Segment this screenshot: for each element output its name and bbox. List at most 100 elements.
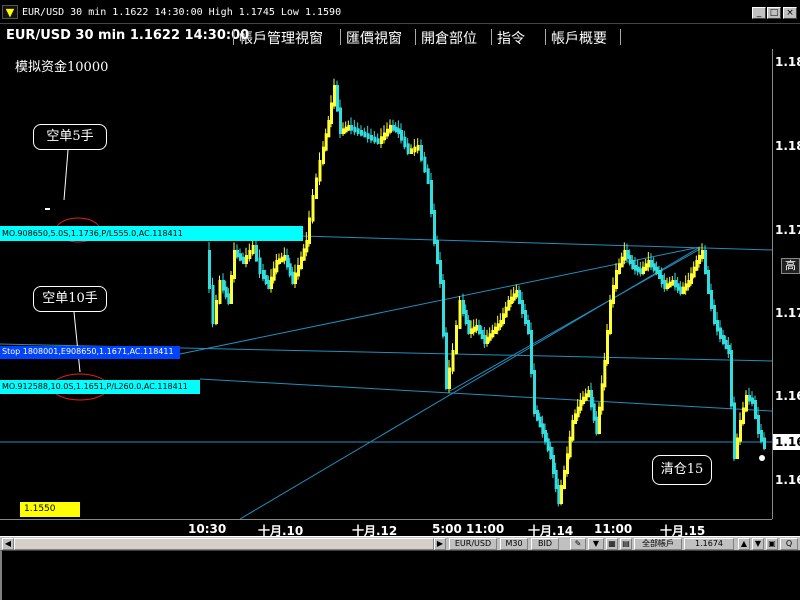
price-bar xyxy=(546,438,550,451)
callout-short-10: 空单10手 xyxy=(33,286,107,312)
price-bar xyxy=(536,410,539,421)
price-bar xyxy=(392,125,395,131)
price-bar xyxy=(436,240,439,264)
menu-account-summary[interactable]: 帳戶概要 xyxy=(551,28,607,48)
price-bar xyxy=(315,177,318,199)
price-chart[interactable] xyxy=(0,49,772,519)
price-bar xyxy=(676,283,680,291)
menu-orders[interactable]: 指令 xyxy=(497,28,525,48)
dropdown-icon[interactable]: ▼ xyxy=(588,538,604,550)
price-bar xyxy=(278,258,281,264)
order-label-mo1: MO.908650,5.0S,1.1736,P/L555.0,AC.118411 xyxy=(2,229,183,238)
price-bar xyxy=(652,263,656,271)
price-bar xyxy=(739,420,742,442)
price-bar xyxy=(595,416,599,434)
price-bar xyxy=(655,266,659,274)
price-bar xyxy=(679,286,683,294)
symbol-info: EUR/USD 30 min 1.1622 14:30:00 xyxy=(6,28,250,43)
bid-ask-selector[interactable]: BID xyxy=(531,538,559,550)
price-bar xyxy=(467,320,471,334)
price-bar xyxy=(245,255,248,264)
price-bar xyxy=(751,397,754,404)
price-bar xyxy=(248,250,252,259)
price-bar xyxy=(386,128,389,137)
price-bar xyxy=(623,250,627,261)
menu-account-management[interactable]: 帳戶管理視窗 xyxy=(239,28,323,48)
symbol-selector[interactable]: EUR/USD xyxy=(449,538,497,550)
price-bar xyxy=(754,400,757,419)
price-bar xyxy=(215,300,218,324)
price-bar xyxy=(258,257,262,274)
price-bar xyxy=(674,280,677,288)
price-bar xyxy=(439,260,442,284)
price-bar xyxy=(211,285,215,324)
order-icon[interactable]: ▤ xyxy=(620,538,632,550)
price-bar xyxy=(242,256,245,264)
price-bar xyxy=(563,470,566,489)
price-bar xyxy=(397,128,401,134)
price-bar xyxy=(297,265,300,277)
draw-tool-icon[interactable]: ✎ xyxy=(570,538,586,550)
price-bar xyxy=(727,345,731,354)
price-bar xyxy=(710,290,713,309)
price-bar xyxy=(549,446,553,459)
price-bar xyxy=(383,132,386,141)
account-selector[interactable]: 全部帳戶 xyxy=(634,538,682,550)
minimize-button[interactable]: _ xyxy=(752,7,766,19)
grid-icon[interactable]: ▣ xyxy=(766,538,778,550)
close-button[interactable]: × xyxy=(783,7,797,19)
time-axis[interactable]: 10:30 十月.10 十月.12 5:00 11:00 十月.14 11:00… xyxy=(0,519,772,538)
price-bar xyxy=(222,280,225,291)
price-bar xyxy=(262,270,265,279)
menu-rate-window[interactable]: 匯價視窗 xyxy=(346,28,402,48)
price-tick: 1.18 xyxy=(775,139,800,153)
price-bar xyxy=(291,271,295,284)
price-bar xyxy=(736,437,739,459)
price-bar xyxy=(470,328,473,334)
window-titlebar: ▼ EUR/USD 30 min 1.1622 14:30:00 High 1.… xyxy=(0,0,800,24)
price-bar xyxy=(218,280,222,304)
trendline-fan xyxy=(449,248,701,392)
price-bar xyxy=(760,430,763,442)
price-bar xyxy=(524,310,527,324)
horizontal-scrollbar[interactable] xyxy=(14,538,434,550)
chart-settings-icon[interactable]: ▦ xyxy=(606,538,618,550)
price-bar xyxy=(538,416,542,428)
price-bar xyxy=(713,305,716,324)
chart-toolbar: EUR/USD 30 min 1.1622 14:30:00 帳戶管理視窗 匯價… xyxy=(0,24,800,49)
price-bar xyxy=(233,250,236,279)
price-bar xyxy=(239,253,242,261)
timeframe-selector[interactable]: M30 xyxy=(500,538,528,550)
maximize-button[interactable]: □ xyxy=(767,7,781,19)
price-bar xyxy=(692,266,696,278)
price-bar xyxy=(448,367,451,389)
order-bar-mo1[interactable]: MO.908650,5.0S,1.1736,P/L555.0,AC.118411 xyxy=(0,226,303,241)
price-bar xyxy=(642,266,645,274)
price-bar xyxy=(380,136,383,144)
price-bar xyxy=(639,268,643,274)
price-bar xyxy=(660,275,664,284)
price-bar xyxy=(668,281,672,288)
price-bar xyxy=(541,423,545,434)
scroll-left-arrow-icon[interactable]: ◀ xyxy=(2,538,14,550)
price-bar xyxy=(416,145,420,151)
price-bar xyxy=(458,300,462,329)
price-bar xyxy=(733,402,736,459)
price-bar xyxy=(687,280,691,288)
scroll-end-icon[interactable]: Q xyxy=(780,538,798,550)
price-bar xyxy=(483,335,487,344)
order-bar-mo2[interactable]: MO.912588,10.0S,1.1651,P/L260.0,AC.11841… xyxy=(0,380,200,394)
scroll-right-arrow-icon[interactable]: ▶ xyxy=(434,538,446,550)
menu-open-positions[interactable]: 開倉部位 xyxy=(421,28,477,48)
price-bar xyxy=(579,400,583,411)
zoom-in-icon[interactable]: ▲ xyxy=(738,538,750,550)
price-bar xyxy=(684,283,688,291)
zoom-out-icon[interactable]: ▼ xyxy=(752,538,764,550)
price-bar xyxy=(626,250,629,259)
price-bar xyxy=(530,330,533,374)
order-bar-stop[interactable]: Stop 1808001,E908650,1.1671,AC.118411 xyxy=(0,346,180,359)
price-bar xyxy=(464,310,468,324)
window-title: EUR/USD 30 min 1.1622 14:30:00 High 1.17… xyxy=(22,7,342,18)
time-tick: 10:30 xyxy=(188,522,227,536)
order-line-2 xyxy=(199,378,772,412)
